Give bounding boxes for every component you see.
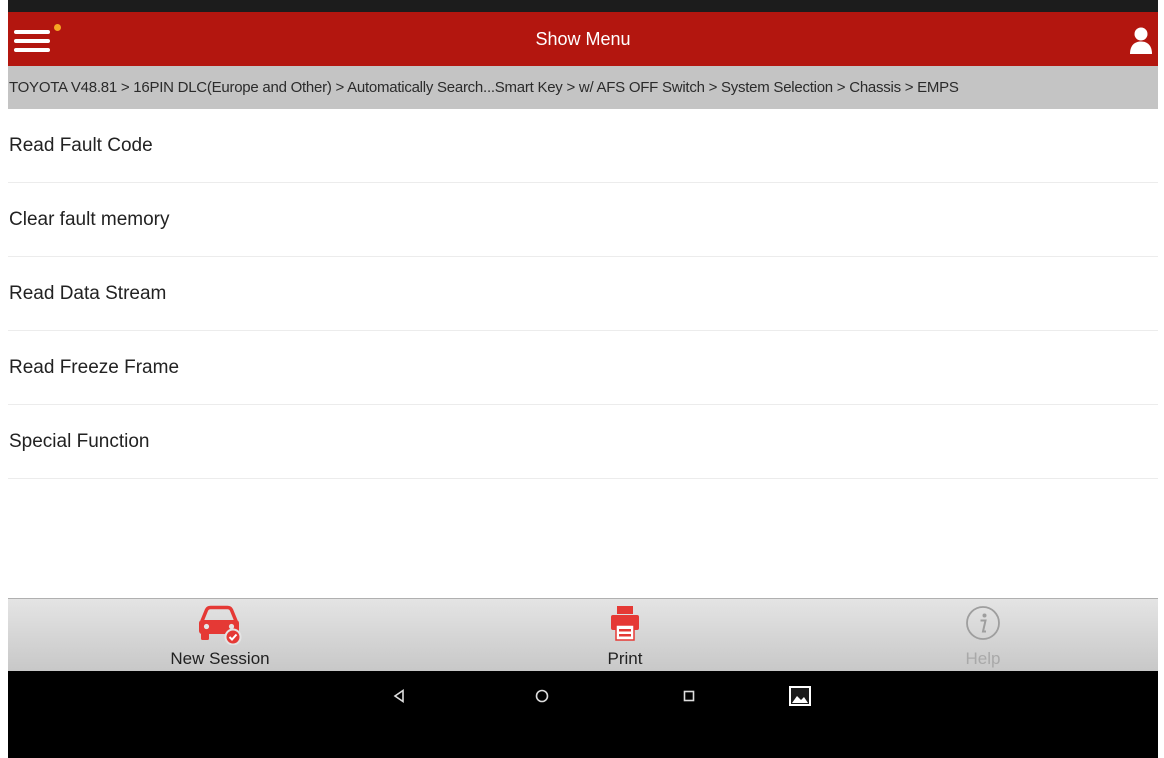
android-navigation-bar <box>8 671 1158 758</box>
bottom-toolbar: New Session Print Help <box>8 598 1158 671</box>
breadcrumb: TOYOTA V48.81 > 16PIN DLC(Europe and Oth… <box>8 66 1158 109</box>
help-button[interactable]: Help <box>863 599 1103 672</box>
home-circle-icon[interactable] <box>522 681 562 711</box>
function-list: Read Fault Code Clear fault memory Read … <box>8 109 1158 479</box>
back-triangle-icon[interactable] <box>379 681 419 711</box>
printer-icon <box>610 605 640 646</box>
menu-item-clear-fault-memory[interactable]: Clear fault memory <box>8 183 1158 257</box>
user-icon[interactable] <box>1128 26 1154 54</box>
status-bar <box>8 0 1158 12</box>
menu-item-read-fault-code[interactable]: Read Fault Code <box>8 109 1158 183</box>
help-label: Help <box>965 649 1001 668</box>
print-button[interactable]: Print <box>505 599 745 672</box>
page-title: Show Menu <box>535 29 631 49</box>
info-icon <box>965 605 1001 646</box>
menu-item-read-freeze-frame[interactable]: Read Freeze Frame <box>8 331 1158 405</box>
image-icon[interactable] <box>780 681 820 711</box>
menu-item-read-data-stream[interactable]: Read Data Stream <box>8 257 1158 331</box>
car-check-icon <box>197 605 243 650</box>
new-session-button[interactable]: New Session <box>100 599 340 672</box>
print-label: Print <box>607 649 643 668</box>
app-window: Show Menu TOYOTA V48.81 > 16PIN DLC(Euro… <box>8 0 1158 758</box>
recents-square-icon[interactable] <box>669 681 709 711</box>
app-bar: Show Menu <box>8 12 1158 66</box>
menu-item-special-function[interactable]: Special Function <box>8 405 1158 479</box>
new-session-label: New Session <box>170 649 270 668</box>
